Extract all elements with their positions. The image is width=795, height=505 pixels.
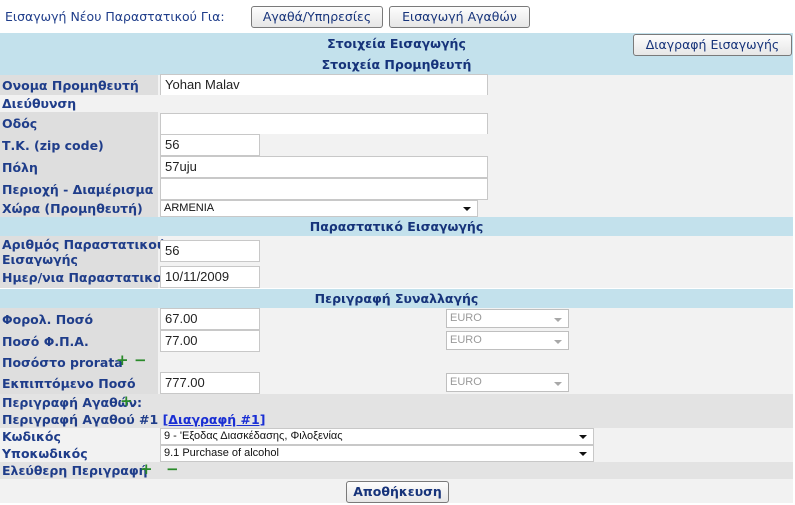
document-number-label-1: Αριθμός Παραστατικού — [2, 237, 166, 252]
import-goods-button[interactable]: Εισαγωγή Αγαθών — [389, 6, 530, 28]
supplier-section-title: Στοιχεία Προμηθευτή — [321, 57, 472, 72]
deductible-amount-input[interactable]: 777.00 — [160, 372, 260, 394]
goods-item-title: Περιγραφή Αγαθού #1 — [2, 412, 159, 427]
taxable-amount-label: Φορολ. Ποσό — [2, 312, 94, 327]
save-row: Αποθήκευση — [0, 479, 793, 503]
save-button[interactable]: Αποθήκευση — [346, 481, 449, 503]
plus-icon[interactable]: + — [116, 353, 129, 368]
taxable-currency-select[interactable]: EURO — [446, 309, 569, 328]
taxable-amount-row: Φορολ. Ποσό 67.00 EURO — [0, 308, 793, 330]
chevron-down-icon — [554, 382, 562, 386]
district-row: Περιοχή - Διαμέρισμα — [0, 178, 793, 200]
deductible-currency-value: EURO — [450, 376, 482, 388]
vat-currency-value: EURO — [450, 334, 482, 346]
delete-import-button[interactable]: Διαγραφή Εισαγωγής — [633, 34, 792, 56]
new-document-label: Εισαγωγή Νέου Παραστατικού Για: — [5, 9, 225, 24]
deductible-amount-label: Εκπιπτόμενο Ποσό — [2, 376, 136, 391]
delete-item-link[interactable]: [Διαγραφή #1] — [163, 412, 266, 427]
free-description-label: Ελεύθερη Περιγραφή — [2, 463, 148, 478]
address-label: Διεύθυνση — [2, 96, 77, 111]
document-date-input[interactable]: 10/11/2009 — [160, 266, 260, 288]
plus-icon[interactable]: + — [120, 394, 133, 409]
street-input[interactable] — [160, 113, 488, 135]
zip-row: Τ.Κ. (zip code) 56 — [0, 134, 793, 156]
supplier-name-label: Ονομα Προμηθευτή — [2, 78, 139, 93]
zip-input[interactable]: 56 — [160, 134, 260, 156]
subcode-select-value: 9.1 Purchase of alcohol — [164, 447, 279, 459]
code-select[interactable]: 9 - 'Εξοδας Διασκέδασης, Φιλοξενίας — [160, 428, 594, 445]
city-label: Πόλη — [2, 160, 38, 175]
document-date-row: Ημερ/νια Παραστατικού 10/11/2009 — [0, 266, 793, 288]
vat-amount-row: Ποσό Φ.Π.Α. 77.00 EURO — [0, 330, 793, 352]
code-label: Κωδικός — [2, 429, 61, 444]
prorata-label: Ποσόστο prorata — [2, 355, 123, 370]
document-section-title: Παραστατικό Εισαγωγής — [0, 217, 793, 236]
vat-amount-label: Ποσό Φ.Π.Α. — [2, 334, 89, 349]
goods-item-row: Περιγραφή Αγαθού #1 [Διαγραφή #1] — [0, 411, 793, 428]
chevron-down-icon — [554, 340, 562, 344]
chevron-down-icon — [554, 318, 562, 322]
district-input[interactable] — [160, 178, 488, 200]
country-row: Χώρα (Προμηθευτή) ARMENIA — [0, 200, 793, 217]
supplier-name-row: Ονομα Προμηθευτή Yohan Malav — [0, 74, 793, 96]
taxable-currency-value: EURO — [450, 312, 482, 324]
document-number-input[interactable]: 56 — [160, 240, 260, 262]
document-date-label: Ημερ/νια Παραστατικού — [2, 270, 171, 285]
document-number-label-2: Εισαγωγής — [2, 252, 78, 267]
free-description-row: Ελεύθερη Περιγραφή + − — [0, 462, 793, 479]
street-label: Οδός — [2, 116, 38, 131]
country-select[interactable]: ARMENIA — [160, 200, 478, 217]
deductible-currency-select[interactable]: EURO — [446, 373, 569, 392]
code-select-value: 9 - 'Εξοδας Διασκέδασης, Φιλοξενίας — [164, 430, 343, 442]
chevron-down-icon — [579, 452, 587, 456]
deductible-amount-row: Εκπιπτόμενο Ποσό 777.00 EURO — [0, 372, 793, 394]
supplier-name-input[interactable]: Yohan Malav — [160, 74, 488, 96]
document-number-row: Αριθμός Παραστατικού Εισαγωγής 56 — [0, 236, 793, 267]
city-row: Πόλη 57uju — [0, 156, 793, 178]
taxable-amount-input[interactable]: 67.00 — [160, 308, 260, 330]
goods-services-button[interactable]: Αγαθά/Υπηρεσίες — [251, 6, 383, 28]
city-input[interactable]: 57uju — [160, 156, 488, 178]
country-select-value: ARMENIA — [164, 202, 215, 214]
country-label: Χώρα (Προμηθευτή) — [2, 201, 143, 216]
zip-label: Τ.Κ. (zip code) — [2, 138, 104, 153]
district-label: Περιοχή - Διαμέρισμα — [2, 182, 154, 197]
prorata-row: Ποσόστο prorata + − — [0, 352, 793, 372]
minus-icon[interactable]: − — [134, 353, 147, 368]
chevron-down-icon — [579, 435, 587, 439]
plus-icon[interactable]: + — [140, 462, 153, 477]
minus-icon[interactable]: − — [166, 462, 179, 477]
top-bar: Εισαγωγή Νέου Παραστατικού Για: Αγαθά/Υπ… — [0, 0, 795, 33]
vat-amount-input[interactable]: 77.00 — [160, 330, 260, 352]
subcode-row: Υποκωδικός 9.1 Purchase of alcohol — [0, 445, 793, 462]
subcode-select[interactable]: 9.1 Purchase of alcohol — [160, 445, 594, 462]
vat-currency-select[interactable]: EURO — [446, 331, 569, 350]
address-row: Διεύθυνση — [0, 95, 793, 112]
goods-item-label: Περιγραφή Αγαθού #1 [Διαγραφή #1] — [2, 412, 265, 427]
chevron-down-icon — [463, 207, 471, 211]
import-header-band: Στοιχεία Εισαγωγής Στοιχεία Προμηθευτή Δ… — [0, 33, 793, 75]
goods-description-row: Περιγραφή Αγαθών: + — [0, 394, 793, 411]
subcode-label: Υποκωδικός — [2, 446, 88, 461]
street-row: Οδός — [0, 112, 793, 135]
code-row: Κωδικός 9 - 'Εξοδας Διασκέδασης, Φιλοξεν… — [0, 428, 793, 445]
transaction-section-title: Περιγραφή Συναλλαγής — [0, 289, 793, 308]
